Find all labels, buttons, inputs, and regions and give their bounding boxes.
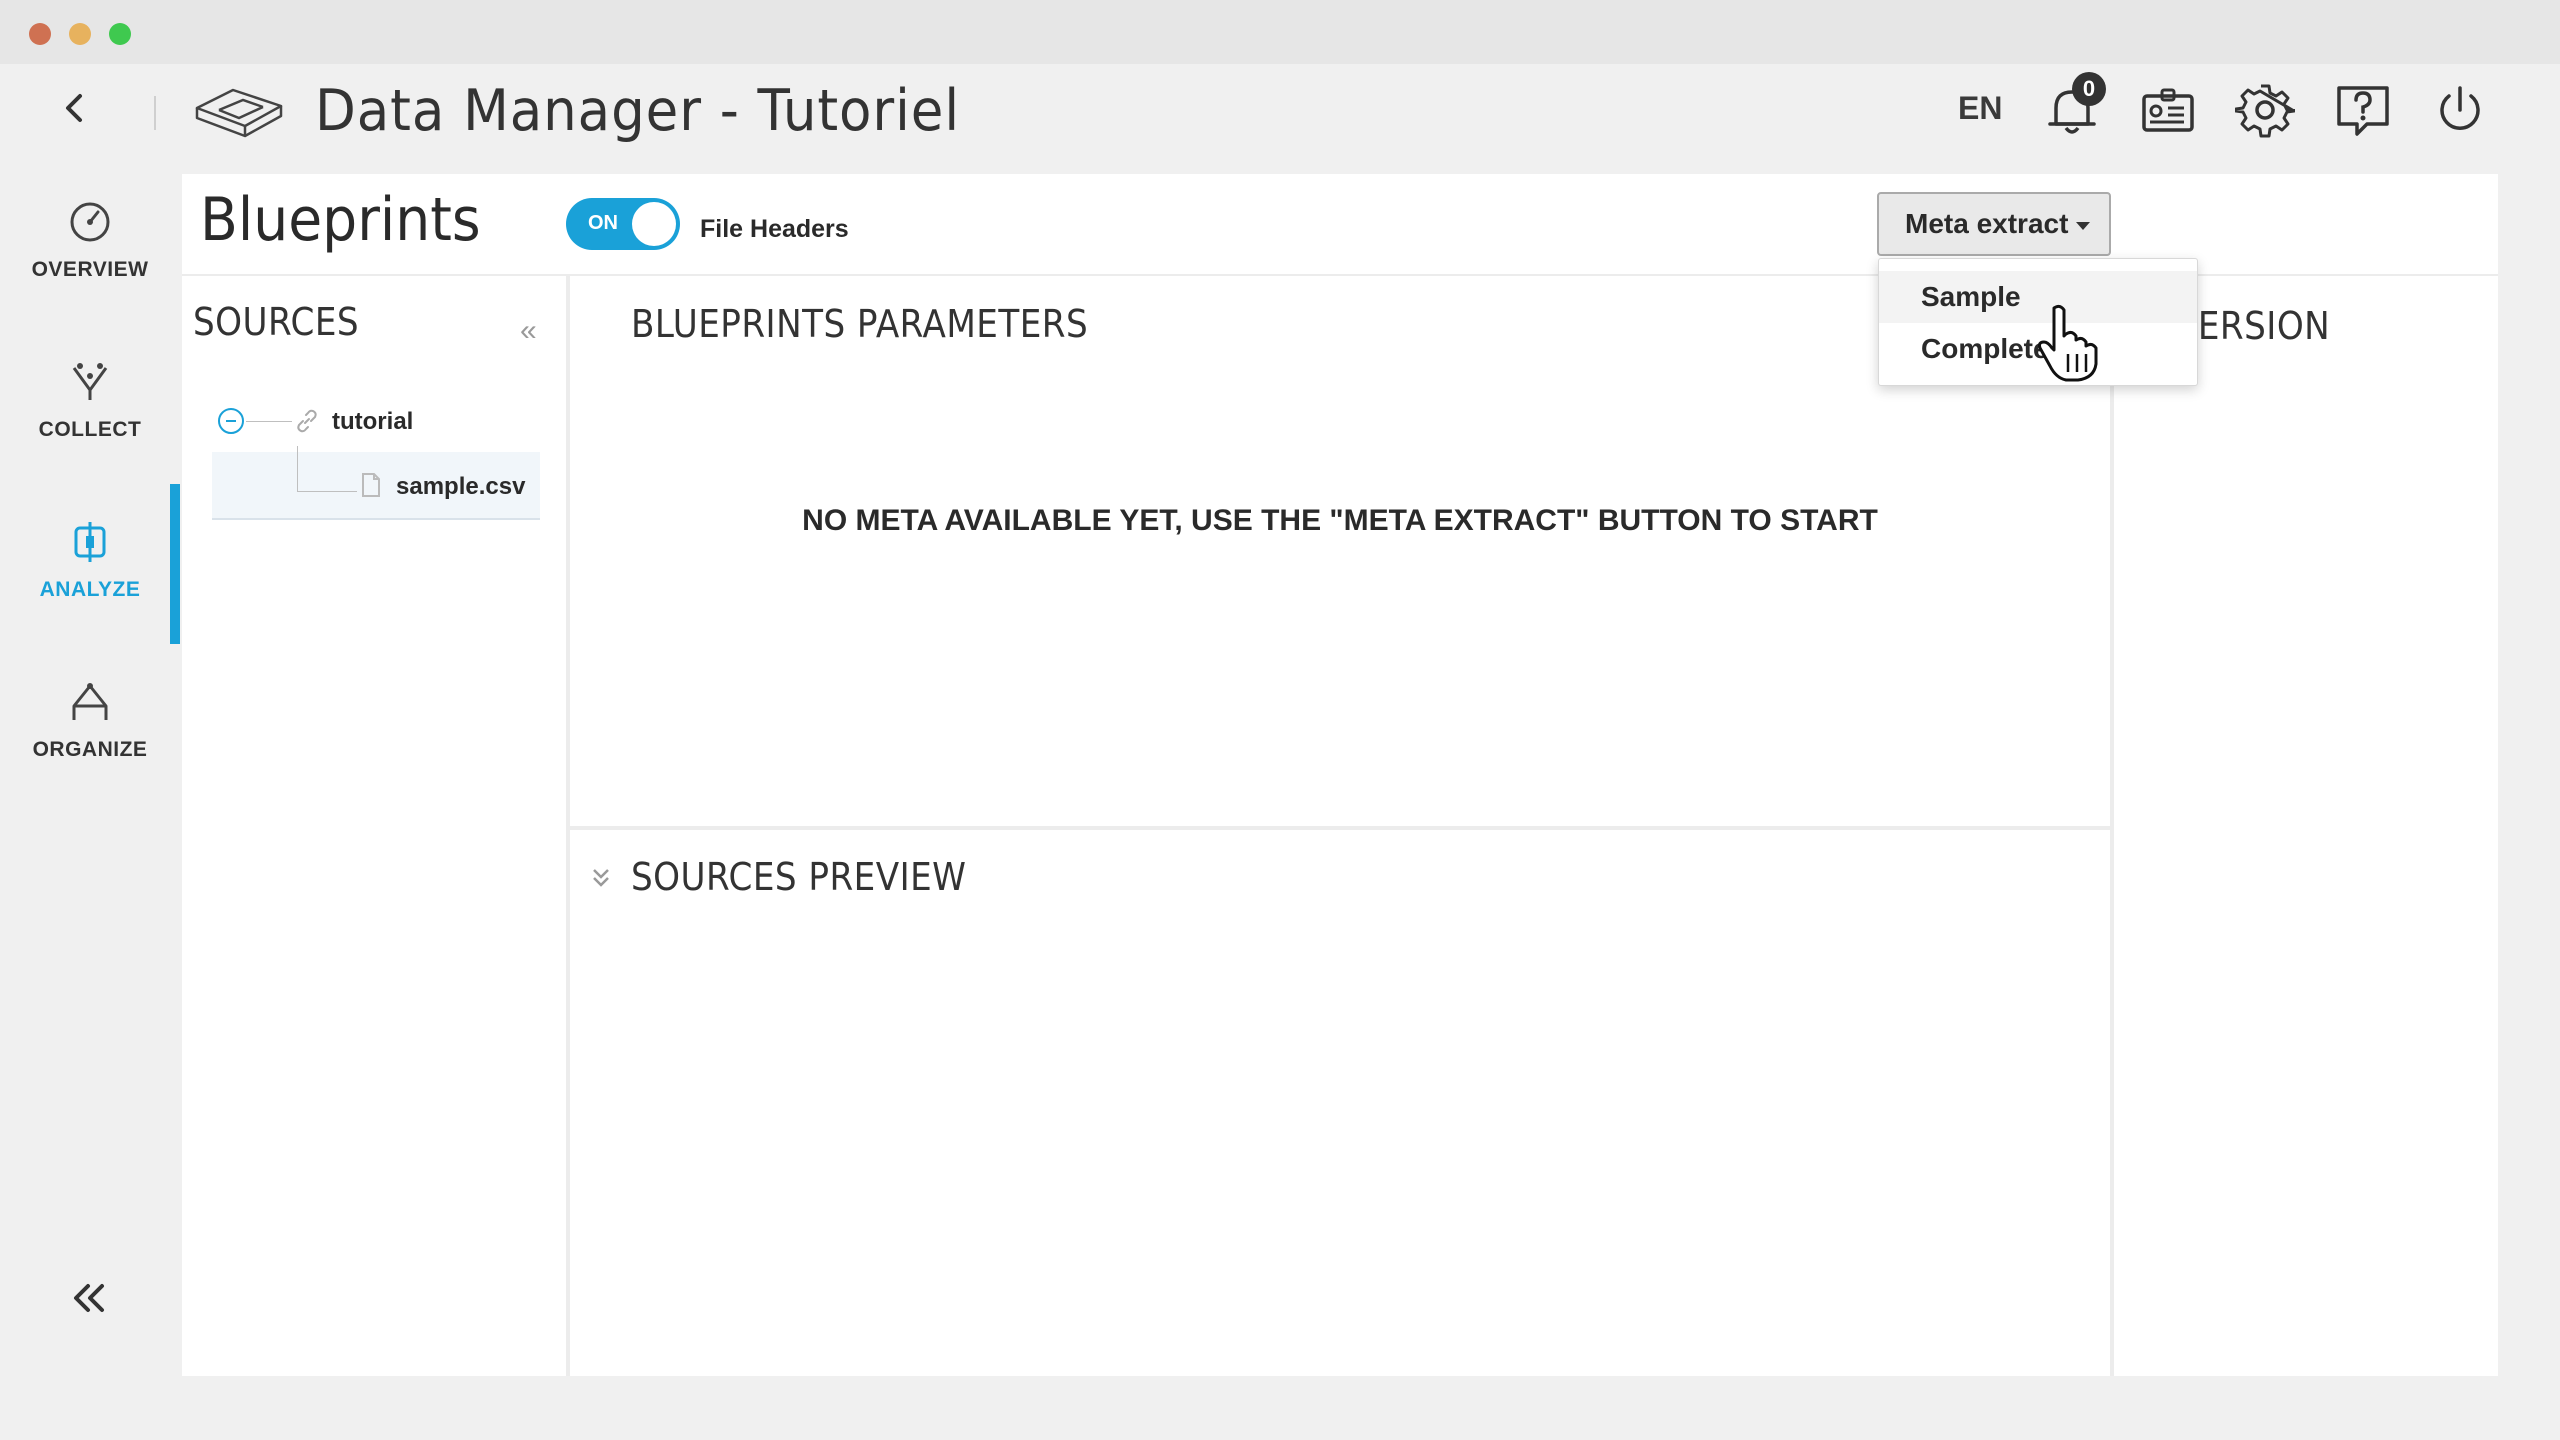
sidebar-item-collect[interactable]: COLLECT [0, 334, 180, 494]
parameters-title: BLUEPRINTS PARAMETERS [631, 302, 1089, 346]
help-icon[interactable] [2333, 80, 2393, 140]
power-icon[interactable] [2430, 80, 2490, 140]
page-title: Blueprints [200, 185, 481, 255]
version-panel [2114, 276, 2498, 1376]
caret-down-icon [2076, 221, 2091, 230]
double-chevron-left-icon[interactable] [66, 1278, 114, 1318]
header-divider [154, 96, 156, 130]
sidebar-item-label: ORGANIZE [32, 738, 148, 761]
minimize-window-button[interactable] [69, 23, 91, 45]
window-titlebar [0, 0, 2560, 64]
analyze-icon [74, 522, 106, 562]
file-icon [360, 472, 382, 498]
bell-icon[interactable]: 0 [2042, 72, 2106, 140]
collapse-sources-icon[interactable]: « [520, 314, 537, 348]
chevron-down-icon[interactable] [590, 866, 612, 896]
funnel-icon [72, 363, 108, 400]
notification-count-badge: 0 [2072, 72, 2106, 106]
hand-cursor-icon [2036, 302, 2102, 382]
tree-connector [297, 446, 298, 492]
app-title: Data Manager - Tutoriel [315, 78, 961, 144]
sources-panel [182, 276, 566, 1376]
sources-title: SOURCES [193, 300, 360, 344]
close-window-button[interactable] [29, 23, 51, 45]
sidebar-item-label: COLLECT [38, 418, 142, 441]
sidebar-item-label: OVERVIEW [31, 258, 149, 281]
gear-icon[interactable] [2234, 80, 2296, 140]
network-icon [72, 683, 108, 720]
file-headers-toggle[interactable]: ON [566, 198, 680, 250]
maximize-window-button[interactable] [109, 23, 131, 45]
sources-preview-panel [570, 830, 2110, 1376]
meta-extract-button[interactable]: Meta extract [1877, 192, 2111, 256]
gauge-icon [70, 202, 110, 242]
sidebar-item-analyze[interactable]: ANALYZE [0, 494, 180, 654]
left-sidebar: OVERVIEW COLLECT ANALYZE ORGANIZE [0, 174, 180, 1374]
tree-collapse-toggle[interactable] [218, 408, 244, 434]
empty-state-message: NO META AVAILABLE YET, USE THE "META EXT… [802, 504, 1878, 537]
badge-card-icon[interactable] [2138, 80, 2198, 140]
link-icon [294, 408, 320, 434]
meta-extract-label: Meta extract [1905, 208, 2069, 239]
sidebar-item-organize[interactable]: ORGANIZE [0, 654, 180, 814]
toggle-state-label: ON [588, 212, 618, 234]
toggle-knob [632, 202, 676, 246]
back-icon[interactable] [52, 86, 96, 130]
preview-title: SOURCES PREVIEW [631, 855, 967, 899]
tree-child-label[interactable]: sample.csv [396, 473, 525, 501]
tree-connector [297, 491, 357, 492]
active-nav-indicator [170, 484, 180, 644]
language-selector[interactable]: EN [1958, 90, 2002, 127]
tree-root-label[interactable]: tutorial [332, 408, 413, 436]
logo-icon [193, 80, 285, 142]
sidebar-item-overview[interactable]: OVERVIEW [0, 174, 180, 334]
sidebar-item-label: ANALYZE [39, 578, 141, 601]
toggle-label: File Headers [700, 215, 849, 243]
tree-connector [246, 421, 292, 422]
